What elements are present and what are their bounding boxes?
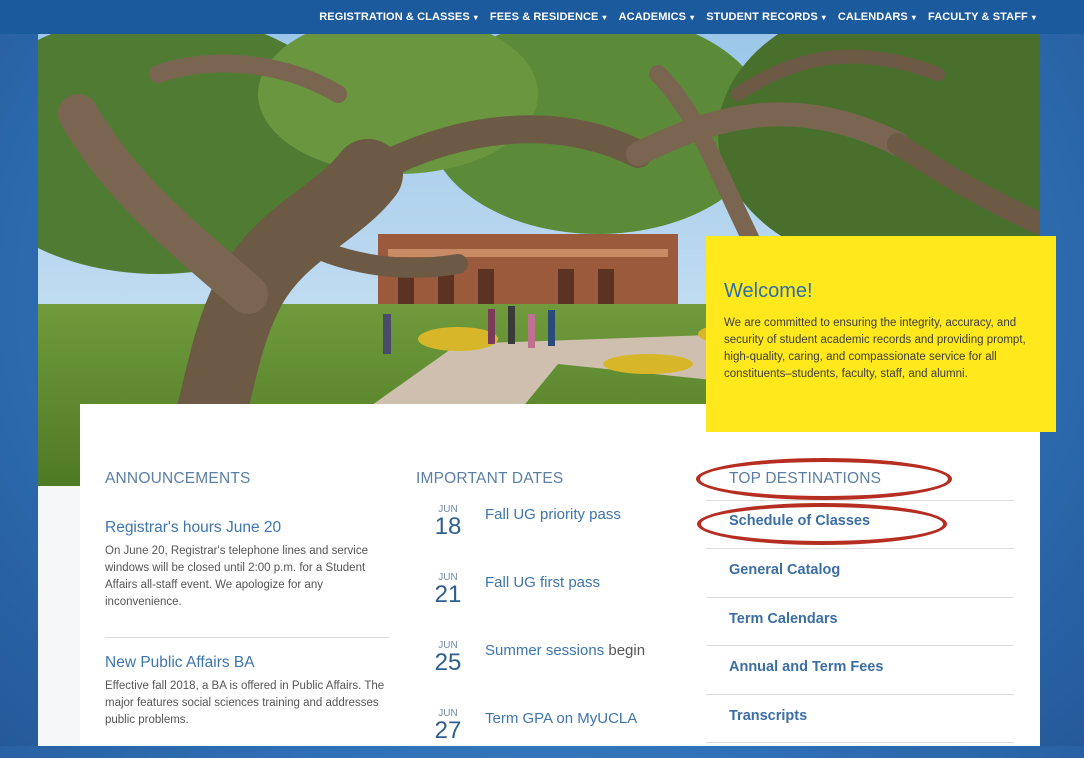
nav-label: STUDENT RECORDS	[706, 11, 818, 23]
announcement-text: On June 20, Registrar's telephone lines …	[105, 545, 369, 608]
nav-registration-classes[interactable]: REGISTRATION & CLASSES ▾	[319, 11, 478, 23]
announcements-heading: ANNOUNCEMENTS	[105, 470, 251, 487]
date-link[interactable]: Term GPA on MyUCLA	[485, 710, 637, 727]
date-label-text: Fall UG priority pass	[485, 506, 621, 523]
nav-label: ACADEMICS	[618, 11, 687, 23]
divider	[706, 500, 1014, 501]
date-day: 27	[434, 717, 462, 744]
chevron-down-icon: ▾	[911, 12, 916, 22]
destination-transcripts[interactable]: Transcripts	[729, 708, 1014, 724]
divider	[706, 645, 1014, 646]
nav-fees-residence[interactable]: FEES & RESIDENCE ▾	[490, 11, 607, 23]
nav-faculty-staff[interactable]: FACULTY & STAFF ▾	[928, 11, 1036, 23]
top-destinations-heading: TOP DESTINATIONS	[729, 470, 882, 487]
chevron-down-icon: ▾	[821, 12, 826, 22]
divider	[105, 637, 390, 638]
destination-schedule-of-classes[interactable]: Schedule of Classes	[729, 513, 1014, 529]
nav-label: FEES & RESIDENCE	[489, 11, 599, 23]
date-link[interactable]: Fall UG priority pass	[485, 506, 621, 523]
welcome-title: Welcome!	[724, 280, 813, 302]
date-label-text: Term GPA on MyUCLA	[485, 710, 638, 727]
chevron-down-icon: ▾	[473, 12, 478, 22]
nav-academics[interactable]: ACADEMICS ▾	[619, 11, 695, 23]
welcome-text: We are committed to ensuring the integri…	[724, 317, 1026, 380]
announcement-item: Registrar's hours June 20 On June 20, Re…	[105, 519, 390, 611]
divider	[706, 597, 1014, 598]
top-nav: REGISTRATION & CLASSES ▾ FEES & RESIDENC…	[0, 0, 1084, 34]
chevron-down-icon: ▾	[690, 12, 695, 22]
date-link[interactable]: Summer sessions begin	[485, 642, 645, 659]
chevron-down-icon: ▾	[1031, 12, 1036, 22]
nav-label: CALENDARS	[837, 11, 908, 23]
destination-general-catalog[interactable]: General Catalog	[729, 562, 1014, 578]
date-item: JUN 27 Term GPA on MyUCLA	[428, 708, 678, 758]
date-link[interactable]: Fall UG first pass	[485, 574, 600, 591]
date-item: JUN 18 Fall UG priority pass	[428, 504, 678, 554]
announcement-link[interactable]: New Public Affairs BA	[105, 654, 390, 672]
destination-annual-term-fees[interactable]: Annual and Term Fees	[729, 659, 1014, 675]
nav-student-records[interactable]: STUDENT RECORDS ▾	[706, 11, 826, 23]
welcome-box: Welcome! We are committed to ensuring th…	[706, 236, 1056, 432]
destination-term-calendars[interactable]: Term Calendars	[729, 611, 1014, 627]
announcement-text: Effective fall 2018, a BA is offered in …	[105, 680, 385, 726]
date-day: 25	[434, 649, 462, 676]
divider	[706, 548, 1014, 549]
date-label-suffix: begin	[604, 642, 646, 659]
date-item: JUN 25 Summer sessions begin	[428, 640, 678, 690]
important-dates-heading: IMPORTANT DATES	[416, 470, 564, 487]
divider	[706, 742, 1014, 743]
divider	[706, 694, 1014, 695]
date-day: 18	[434, 513, 462, 540]
page-frame: REGISTRATION & CLASSES ▾ FEES & RESIDENC…	[0, 0, 1084, 746]
chevron-down-icon: ▾	[602, 12, 607, 22]
date-day: 21	[434, 581, 462, 608]
nav-label: REGISTRATION & CLASSES	[319, 11, 470, 23]
date-item: JUN 21 Fall UG first pass	[428, 572, 678, 622]
date-label-text: Fall UG first pass	[485, 574, 601, 591]
nav-calendars[interactable]: CALENDARS ▾	[838, 11, 916, 23]
announcement-link[interactable]: Registrar's hours June 20	[105, 519, 390, 537]
nav-label: FACULTY & STAFF	[927, 11, 1028, 23]
announcement-item: New Public Affairs BA Effective fall 201…	[105, 654, 390, 729]
date-label-text: Summer sessions	[485, 642, 605, 659]
